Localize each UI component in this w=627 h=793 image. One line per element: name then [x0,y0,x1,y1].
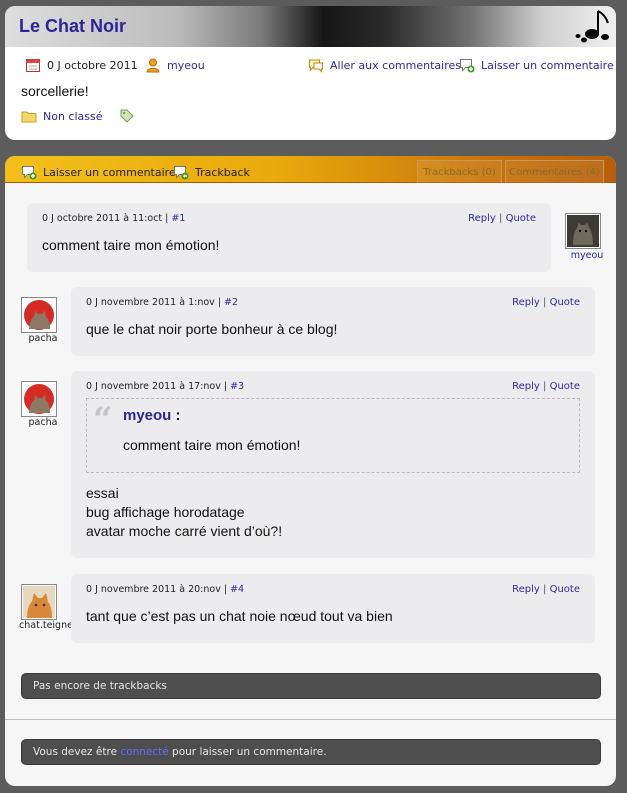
comment-1: 0 J octobre 2011 à 11:oct | #1 Reply | Q… [27,203,551,272]
post-author[interactable]: myeou [145,57,205,73]
comment-permalink[interactable]: #2 [224,297,238,308]
quote-author: myeou : [123,407,181,424]
bar-trackback[interactable]: Trackback [173,164,250,180]
add-comment-icon [460,59,475,73]
goto-comments-link[interactable]: Aller aux commentaires [330,59,461,72]
comment-4: 0 J novembre 2011 à 20:nov | #4 Reply | … [71,574,595,643]
comment-author: chat.teigne [19,620,73,631]
comment-author: pacha [28,417,58,428]
comment-date: 0 J novembre 2011 à 1:nov | #2 [86,297,239,308]
post-body: sorcellerie! [21,83,89,99]
bar-leave-comment[interactable]: Laisser un commentaire [21,164,176,180]
comment-line: bug affichage horodatage [86,504,245,520]
comment-text: tant que c’est pas un chat noie nœud tou… [86,608,393,624]
add-comment-icon [22,166,37,180]
no-trackbacks-notice: Pas encore de trackbacks [21,673,601,699]
comment-2: 0 J novembre 2011 à 1:nov | #2 Reply | Q… [71,287,595,356]
comment-3: 0 J novembre 2011 à 17:nov | #3 Reply | … [71,371,595,558]
blockquote: “ myeou : comment taire mon émotion! [86,398,580,473]
post-date: 0 J octobre 2011 [25,57,138,73]
post-title[interactable]: Le Chat Noir [19,16,126,37]
reply-link[interactable]: Reply [512,584,540,595]
comment-line: essai [86,485,119,501]
comment-permalink[interactable]: #1 [171,213,185,224]
login-notice: Vous devez être connecté pour laisser un… [21,739,601,765]
login-link[interactable]: connecté [120,746,168,758]
post-card: Le Chat Noir 0 J octobre 2011 myeou Alle… [5,6,616,140]
trackback-icon [174,166,189,180]
comments-section: Laisser un commentaire Trackback Trackba… [5,156,616,786]
post-date-text: 0 J octobre 2011 [47,58,138,72]
comments-toolbar: Laisser un commentaire Trackback Trackba… [5,156,616,183]
comment-author: pacha [28,333,58,344]
category-link[interactable]: Non classé [43,110,103,123]
leave-comment[interactable]: Laisser un commentaire [459,57,614,73]
leave-comment-link[interactable]: Laisser un commentaire [481,59,614,72]
avatar-cat-red-icon [23,383,55,415]
post-categories: Non classé [21,108,135,124]
bar-leave-comment-label: Laisser un commentaire [43,165,176,179]
comment-date: 0 J octobre 2011 à 11:oct | #1 [42,213,186,224]
tab-trackbacks[interactable]: Trackbacks (0) [417,160,502,183]
calendar-icon [26,59,40,72]
comment-text: essai bug affichage horodatage avatar mo… [86,484,282,541]
post-meta: 0 J octobre 2011 myeou Aller aux comment… [5,57,616,75]
avatar[interactable] [21,297,57,333]
comment-actions: Reply | Quote [512,381,580,392]
goto-comments[interactable]: Aller aux commentaires [308,57,461,73]
tag-icon [120,109,134,123]
comment-actions: Reply | Quote [512,297,580,308]
bar-trackback-label: Trackback [195,165,250,179]
comment-text: que le chat noir porte bonheur à ce blog… [86,321,338,337]
comment-actions: Reply | Quote [468,213,536,224]
user-icon [146,58,160,73]
reply-link[interactable]: Reply [512,381,540,392]
folder-icon [21,111,37,123]
comment-author[interactable]: myeou [557,250,616,261]
reply-link[interactable]: Reply [512,297,540,308]
avatar[interactable] [21,584,57,620]
tab-comments[interactable]: Commentaires (4) [505,160,604,183]
avatar[interactable] [565,213,601,249]
comment-date: 0 J novembre 2011 à 20:nov | #4 [86,584,245,595]
quote-link[interactable]: Quote [550,381,580,392]
comment-text: comment taire mon émotion! [42,237,220,253]
reply-link[interactable]: Reply [468,213,496,224]
divider [5,719,616,720]
avatar-cat-icon [567,215,599,247]
comment-permalink[interactable]: #3 [230,381,244,392]
comment-bubble-icon [309,59,323,73]
quote-link[interactable]: Quote [550,297,580,308]
quote-link[interactable]: Quote [506,213,536,224]
avatar-orange-cat-icon [23,586,55,618]
comment-permalink[interactable]: #4 [230,584,244,595]
quote-link[interactable]: Quote [550,584,580,595]
music-note-icon [575,10,609,43]
comment-line: avatar moche carré vient d’où?! [86,523,283,539]
quote-text: comment taire mon émotion! [123,437,301,453]
comment-actions: Reply | Quote [512,584,580,595]
post-header: Le Chat Noir [5,6,616,47]
post-author-link[interactable]: myeou [167,59,205,72]
avatar[interactable] [21,381,57,417]
comment-date: 0 J novembre 2011 à 17:nov | #3 [86,381,245,392]
avatar-cat-red-icon [23,299,55,331]
quote-mark-icon: “ [93,400,113,440]
